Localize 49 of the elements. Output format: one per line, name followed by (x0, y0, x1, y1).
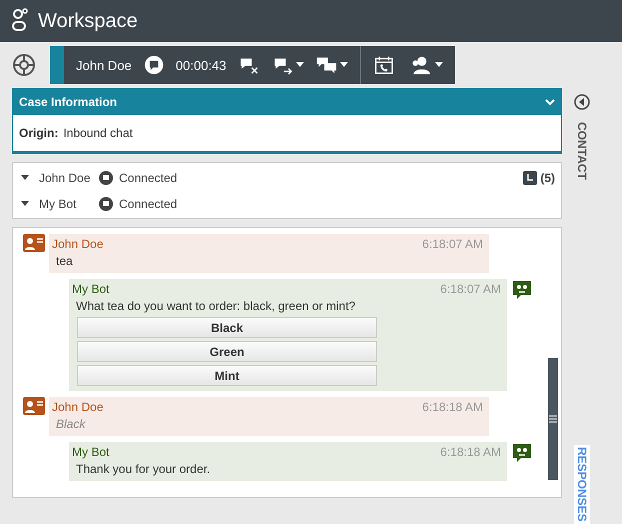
message-text: Black (55, 416, 87, 431)
sender-name: My Bot (72, 445, 110, 459)
call-timer: 00:00:43 (176, 58, 226, 72)
caret-icon (296, 62, 304, 68)
participant-name: John Doe (39, 170, 92, 184)
lifebuoy-icon (12, 53, 36, 77)
sender-name: My Bot (72, 282, 110, 296)
participant-status: Connected (119, 196, 178, 210)
caret-icon (21, 200, 29, 206)
window-title: Workspace (38, 10, 138, 32)
chevron-icon (545, 98, 555, 106)
option-button[interactable]: Green (77, 341, 377, 362)
message-text: tea (55, 253, 74, 268)
message-time: 6:18:18 AM (440, 445, 501, 459)
sender-name: John Doe (52, 237, 104, 251)
chat-icon (99, 196, 113, 210)
message-text: What tea do you want to order: black, green or mint? (75, 298, 356, 313)
contact-name: John Doe (76, 58, 132, 72)
option-button[interactable]: Black (77, 317, 377, 338)
grip-icon (549, 415, 557, 423)
message-time: 6:18:07 AM (422, 237, 483, 251)
chat-icon (99, 170, 113, 184)
contact-card-icon (23, 234, 45, 252)
calendar-phone-icon (373, 54, 396, 76)
pending-count: (5) (540, 171, 555, 185)
caret-icon (435, 62, 444, 68)
message-time: 6:18:07 AM (440, 282, 501, 296)
option-button[interactable]: Mint (77, 365, 377, 386)
accent-strip (50, 46, 64, 84)
collapse-icon (574, 94, 590, 110)
message-text: Thank you for your order. (75, 461, 212, 476)
logo-icon (12, 8, 28, 34)
clock-icon (523, 171, 538, 185)
robot-icon (511, 442, 533, 464)
participant-name: My Bot (39, 196, 78, 210)
side-tab[interactable]: CONTACT (574, 120, 590, 182)
scrollbar-thumb[interactable] (548, 358, 558, 480)
caret-icon (340, 62, 348, 68)
field-value: Inbound chat (63, 126, 133, 140)
field-label: Origin: (19, 126, 58, 140)
panel-header[interactable]: Case Information (13, 89, 561, 115)
contact-card-icon (23, 397, 45, 415)
sender-name: John Doe (52, 400, 104, 414)
caret-icon (21, 174, 29, 180)
participant-status: Connected (119, 170, 178, 184)
message-time: 6:18:18 AM (422, 400, 483, 414)
robot-icon (511, 279, 533, 301)
chat-icon (144, 55, 164, 75)
schedule-callback-button[interactable] (373, 54, 396, 76)
